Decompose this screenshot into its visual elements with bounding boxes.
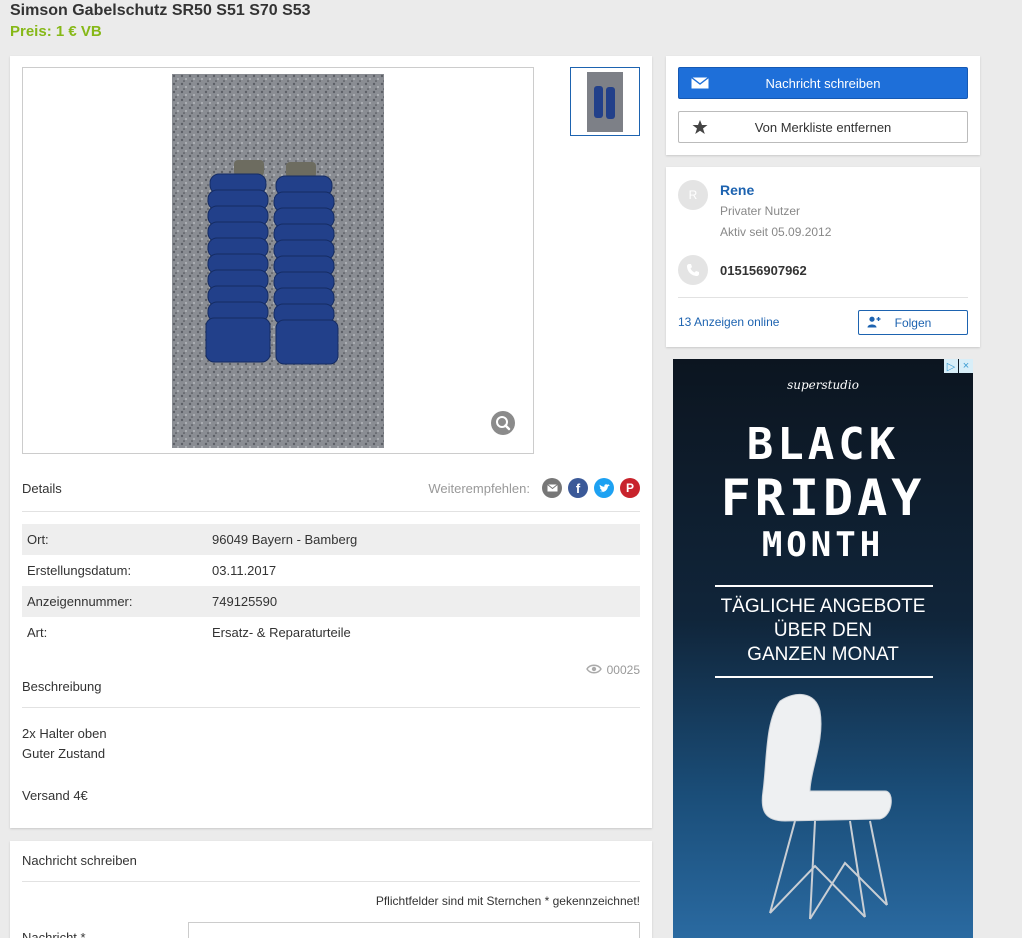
divider bbox=[22, 511, 640, 512]
description-line: Versand 4€ bbox=[22, 788, 88, 803]
watchlist-label: Von Merkliste entfernen bbox=[754, 119, 892, 135]
facebook-icon[interactable]: f bbox=[568, 478, 588, 498]
attribute-value: 749125590 bbox=[212, 594, 278, 609]
adchoices-icon[interactable]: ▷ bbox=[944, 359, 958, 373]
ad-copy-line: TÄGLICHE ANGEBOTE bbox=[720, 596, 926, 617]
message-textarea[interactable] bbox=[188, 922, 640, 938]
description-heading: Beschreibung bbox=[22, 679, 102, 694]
message-form-heading: Nachricht schreiben bbox=[22, 853, 137, 868]
view-counter: 00025 bbox=[585, 663, 640, 677]
gallery-thumbnail[interactable] bbox=[570, 67, 640, 136]
listing-price: Preis: 1 € VB bbox=[10, 23, 102, 40]
attribute-key: Anzeigennummer: bbox=[27, 594, 133, 609]
listing-title: Simson Gabelschutz SR50 S51 S70 S53 bbox=[10, 2, 311, 19]
avatar: R bbox=[678, 180, 708, 210]
contact-seller-label: Nachricht schreiben bbox=[765, 75, 881, 91]
description-line: 2x Halter oben bbox=[22, 726, 107, 741]
attributes-table: Ort: 96049 Bayern - Bamberg Erstellungsd… bbox=[22, 524, 640, 648]
mail-icon[interactable] bbox=[542, 478, 562, 498]
chair-image bbox=[755, 691, 895, 924]
view-count: 00025 bbox=[606, 663, 640, 677]
share-label: Weiterempfehlen: bbox=[428, 480, 530, 496]
thumbnail-photo bbox=[587, 72, 623, 132]
attribute-key: Erstellungsdatum: bbox=[27, 563, 132, 578]
advertisement-banner[interactable]: ▷ × superstudio BLACK FRIDAY MONTH TÄGLI… bbox=[673, 359, 973, 938]
attribute-row-ad-number: Anzeigennummer: 749125590 bbox=[22, 586, 640, 617]
divider bbox=[22, 707, 640, 708]
seller-active-since: Aktiv seit 05.09.2012 bbox=[720, 225, 832, 239]
ad-divider bbox=[715, 585, 933, 587]
divider bbox=[678, 297, 968, 298]
attribute-value: Ersatz- & Reparaturteile bbox=[212, 625, 351, 640]
listing-card: Details Weiterempfehlen: f P Ort: 96049 … bbox=[10, 56, 652, 828]
attribute-row-type: Art: Ersatz- & Reparaturteile bbox=[22, 617, 640, 648]
seller-phone[interactable]: 015156907962 bbox=[720, 263, 807, 278]
ad-copy-line: ÜBER DEN bbox=[773, 620, 873, 641]
main-image-frame[interactable] bbox=[22, 67, 534, 454]
ad-headline: MONTH bbox=[761, 525, 885, 565]
message-form-card: Nachricht schreiben Pflichtfelder sind m… bbox=[10, 841, 652, 938]
share-bar: Weiterempfehlen: f P bbox=[428, 478, 640, 498]
seller-card: R Rene Privater Nutzer Aktiv seit 05.09.… bbox=[666, 167, 980, 347]
remove-from-watchlist-button[interactable]: Von Merkliste entfernen bbox=[678, 111, 968, 143]
seller-name[interactable]: Rene bbox=[720, 182, 754, 198]
close-ad-icon[interactable]: × bbox=[959, 359, 973, 373]
ad-headline: FRIDAY bbox=[720, 469, 926, 527]
divider bbox=[22, 881, 640, 882]
actions-card: Nachricht schreiben Von Merkliste entfer… bbox=[666, 56, 980, 155]
envelope-icon bbox=[691, 76, 709, 92]
attribute-key: Ort: bbox=[27, 532, 49, 547]
ad-copy-line: GANZEN MONAT bbox=[747, 644, 899, 665]
product-photo[interactable] bbox=[172, 74, 384, 448]
ad-brand-logo: superstudio bbox=[787, 378, 859, 392]
follow-label: Folgen bbox=[894, 315, 932, 330]
seller-type: Privater Nutzer bbox=[720, 204, 801, 218]
attribute-value: 96049 Bayern - Bamberg bbox=[212, 532, 358, 547]
add-user-icon bbox=[867, 316, 881, 331]
contact-seller-button[interactable]: Nachricht schreiben bbox=[678, 67, 968, 99]
attribute-value: 03.11.2017 bbox=[212, 563, 277, 578]
attribute-key: Art: bbox=[27, 625, 48, 640]
details-heading: Details bbox=[22, 481, 62, 496]
description-text: 2x Halter oben Guter Zustand Versand 4€ bbox=[22, 724, 107, 806]
twitter-icon[interactable] bbox=[594, 478, 614, 498]
ad-divider bbox=[715, 676, 933, 678]
ad-headline: BLACK bbox=[746, 419, 900, 470]
zoom-icon[interactable] bbox=[491, 411, 515, 435]
eye-icon bbox=[585, 663, 602, 677]
star-icon bbox=[692, 119, 708, 138]
description-line: Guter Zustand bbox=[22, 746, 106, 761]
pinterest-icon[interactable]: P bbox=[620, 478, 640, 498]
ad-copy: TÄGLICHE ANGEBOTE ÜBER DEN GANZEN MONAT bbox=[673, 595, 973, 667]
required-fields-note: Pflichtfelder sind mit Sternchen * geken… bbox=[375, 894, 640, 908]
phone-icon bbox=[678, 255, 708, 285]
seller-ads-link[interactable]: 13 Anzeigen online bbox=[678, 315, 779, 329]
ad-choices[interactable]: ▷ × bbox=[943, 359, 973, 373]
attribute-row-created: Erstellungsdatum: 03.11.2017 bbox=[22, 555, 640, 586]
follow-button[interactable]: Folgen bbox=[858, 310, 968, 335]
attribute-row-location: Ort: 96049 Bayern - Bamberg bbox=[22, 524, 640, 555]
message-label: Nachricht * bbox=[22, 930, 86, 938]
